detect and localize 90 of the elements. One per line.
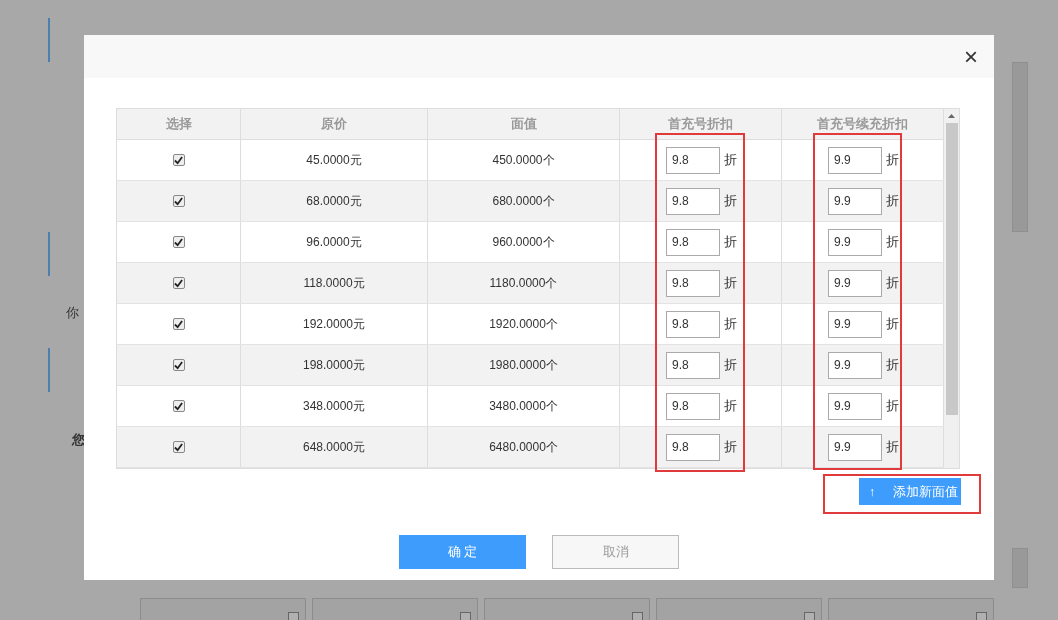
unit-label: 折	[724, 356, 737, 375]
column-header: 选择	[165, 115, 192, 134]
unit-label: 折	[724, 397, 737, 416]
unit-label: 折	[724, 315, 737, 334]
game-tile[interactable]	[656, 598, 822, 620]
unit-label: 折	[886, 438, 899, 457]
discount-field[interactable]: 9.9	[828, 146, 882, 174]
check-icon	[174, 401, 183, 411]
face-value-cell-text: 1920.0000个	[489, 316, 558, 333]
column-header: 原价	[321, 115, 347, 134]
unit-label: 折	[886, 274, 899, 293]
game-tile[interactable]	[140, 598, 306, 620]
scrollbar[interactable]	[1012, 548, 1028, 588]
accent-bar	[48, 232, 50, 276]
tile-checkbox[interactable]	[460, 612, 471, 620]
face-value-cell-text: 680.0000个	[492, 193, 555, 210]
unit-label: 折	[886, 151, 899, 170]
tile-checkbox[interactable]	[632, 612, 643, 620]
row-checkbox[interactable]	[172, 277, 185, 289]
discount-field[interactable]: 9.9	[828, 228, 882, 256]
discount-field[interactable]: 9.9	[828, 187, 882, 215]
discount-field[interactable]: 9.9	[828, 433, 882, 461]
scrollbar[interactable]	[1012, 62, 1028, 232]
row-checkbox[interactable]	[172, 359, 185, 371]
face-value-cell-text: 1980.0000个	[489, 357, 558, 374]
check-icon	[174, 278, 183, 288]
discount-field[interactable]: 9.8	[666, 187, 720, 215]
price-cell-text: 45.0000元	[306, 152, 362, 169]
row-checkbox[interactable]	[172, 441, 185, 453]
face-value-cell-text: 6480.0000个	[489, 439, 558, 456]
unit-label: 折	[886, 233, 899, 252]
scrollbar[interactable]	[944, 109, 959, 468]
row-checkbox[interactable]	[172, 236, 185, 248]
unit-label: 折	[886, 315, 899, 334]
unit-label: 折	[886, 397, 899, 416]
check-icon	[174, 319, 183, 329]
accent-bar	[48, 18, 50, 62]
face-value-cell-text: 960.0000个	[492, 234, 555, 251]
discount-field[interactable]: 9.8	[666, 392, 720, 420]
row-checkbox[interactable]	[172, 318, 185, 330]
unit-label: 折	[886, 192, 899, 211]
accent-bar	[48, 348, 50, 392]
price-cell-text: 648.0000元	[302, 439, 366, 456]
face-value-cell-text: 450.0000个	[492, 152, 555, 169]
close-button[interactable]: ×	[964, 44, 978, 69]
column-header: 首充号折扣	[668, 115, 733, 134]
unit-label: 折	[724, 274, 737, 293]
column-header: 面值	[510, 115, 537, 134]
scroll-up-icon[interactable]	[948, 114, 955, 118]
check-icon	[174, 442, 183, 452]
price-cell-text: 96.0000元	[306, 234, 362, 251]
discount-field[interactable]: 9.9	[828, 269, 882, 297]
game-tile[interactable]	[312, 598, 478, 620]
discount-field[interactable]: 9.8	[666, 433, 720, 461]
row-checkbox[interactable]	[172, 400, 185, 412]
column-header: 首充号续充折扣	[817, 115, 908, 134]
price-cell-text: 192.0000元	[302, 316, 366, 333]
row-checkbox[interactable]	[172, 154, 185, 166]
discount-field[interactable]: 9.8	[666, 310, 720, 338]
unit-label: 折	[724, 192, 737, 211]
upload-icon: ↑	[869, 482, 875, 501]
discount-field[interactable]: 9.8	[666, 351, 720, 379]
unit-label: 折	[724, 438, 737, 457]
discount-field[interactable]: 9.8	[666, 228, 720, 256]
price-cell-text: 118.0000元	[303, 275, 365, 292]
side-label: 您	[72, 431, 85, 449]
price-cell-text: 68.0000元	[306, 193, 362, 210]
discount-field[interactable]: 9.9	[828, 310, 882, 338]
side-label: 你	[66, 304, 79, 322]
discount-field[interactable]: 9.8	[666, 146, 720, 174]
tile-checkbox[interactable]	[976, 612, 987, 620]
discount-field[interactable]: 9.9	[828, 351, 882, 379]
unit-label: 折	[724, 151, 737, 170]
price-cell-text: 198.0000元	[302, 357, 366, 374]
game-tile[interactable]	[484, 598, 650, 620]
game-tile[interactable]	[828, 598, 994, 620]
unit-label: 折	[886, 356, 899, 375]
check-icon	[174, 360, 183, 370]
face-value-cell-text: 3480.0000个	[489, 398, 558, 415]
face-value-cell-text: 1180.0000个	[489, 275, 558, 292]
discount-field[interactable]: 9.9	[828, 392, 882, 420]
tile-checkbox[interactable]	[804, 612, 815, 620]
check-icon	[174, 237, 183, 247]
row-checkbox[interactable]	[172, 195, 185, 207]
check-icon	[174, 155, 183, 165]
tile-checkbox[interactable]	[288, 612, 299, 620]
price-cell-text: 348.0000元	[302, 398, 366, 415]
check-icon	[174, 196, 183, 206]
discount-field[interactable]: 9.8	[666, 269, 720, 297]
unit-label: 折	[724, 233, 737, 252]
